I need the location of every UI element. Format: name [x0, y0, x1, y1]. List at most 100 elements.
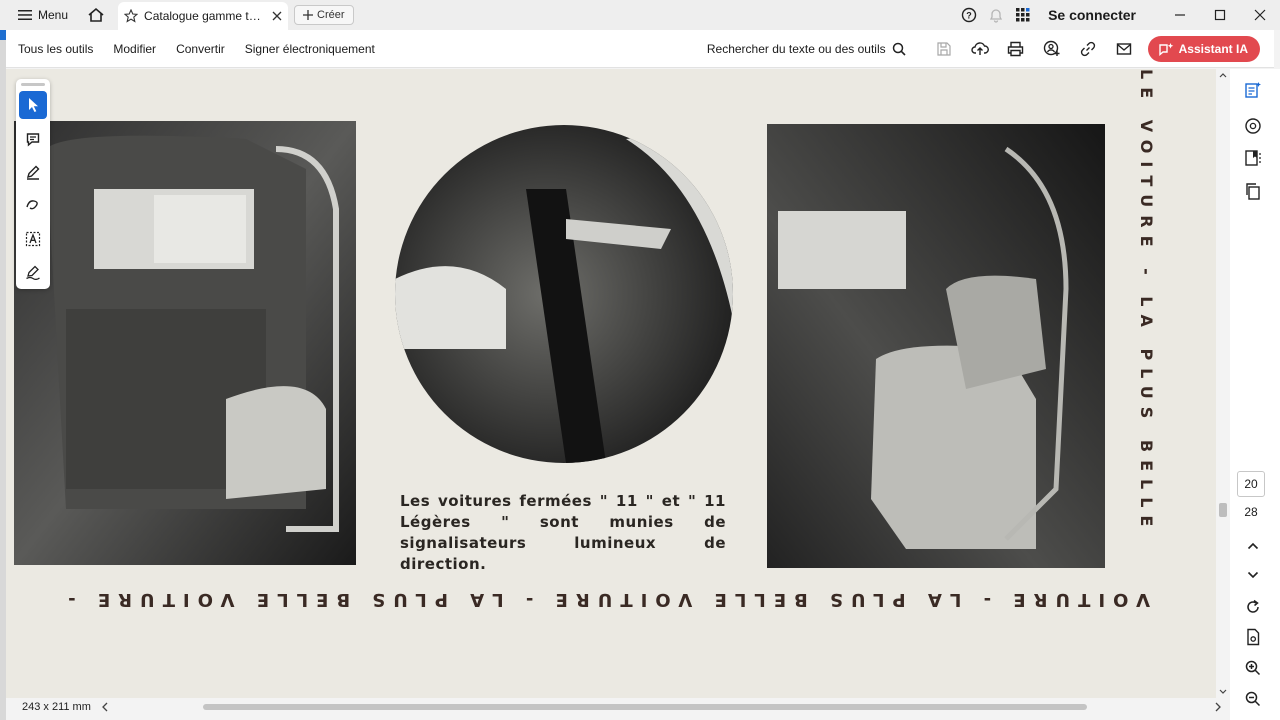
freehand-icon — [26, 200, 38, 210]
menu-label: Menu — [38, 8, 69, 22]
comments-panel-button[interactable] — [1242, 115, 1264, 137]
hamburger-icon — [18, 10, 32, 20]
help-button[interactable]: ? — [955, 0, 982, 30]
document-viewport[interactable]: Les voitures fermées " 11 " et " 11 Légè… — [6, 69, 1216, 698]
svg-text:?: ? — [966, 11, 972, 21]
minimize-button[interactable] — [1160, 0, 1200, 30]
cursor-icon — [29, 98, 38, 112]
highlight-tool-button[interactable] — [19, 158, 47, 186]
tab-title: Catalogue gamme tou... — [144, 9, 267, 23]
menu-convert[interactable]: Convertir — [166, 42, 235, 56]
ai-assistant-button[interactable]: Assistant IA — [1147, 35, 1260, 62]
chevron-up-icon — [1247, 542, 1259, 550]
zoom-in-icon — [1245, 660, 1261, 676]
vertical-scrollbar[interactable] — [1216, 69, 1230, 698]
document-tab[interactable]: Catalogue gamme tou... — [118, 2, 289, 30]
bell-icon — [989, 9, 1002, 23]
page-dimensions: 243 x 211 mm — [22, 701, 91, 713]
search-tools-button[interactable]: Rechercher du texte ou des outils — [707, 42, 926, 56]
status-bar: 243 x 211 mm — [6, 698, 1230, 716]
palette-grip[interactable] — [21, 83, 45, 86]
horizontal-scroll-thumb[interactable] — [203, 704, 1087, 710]
sign-pen-icon — [26, 265, 40, 280]
select-tool-button[interactable] — [19, 91, 47, 119]
text-box-icon — [25, 231, 41, 247]
zoom-in-button[interactable] — [1242, 657, 1264, 679]
search-tools-label: Rechercher du texte ou des outils — [706, 41, 886, 56]
next-page-button[interactable] — [1242, 564, 1264, 586]
close-window-button[interactable] — [1240, 0, 1280, 30]
apps-grid-icon — [1015, 8, 1030, 22]
link-button[interactable] — [1070, 30, 1106, 68]
upside-down-slogan: VOITURE - LA PLUS BELLE VOITURE - LA PLU… — [60, 589, 1150, 610]
close-tab-icon[interactable] — [272, 11, 282, 21]
link-icon — [1080, 41, 1095, 56]
total-pages: 28 — [1244, 505, 1258, 519]
draw-tool-button[interactable] — [19, 191, 47, 219]
previous-page-button[interactable] — [1242, 535, 1264, 557]
star-icon[interactable] — [124, 9, 139, 23]
save-icon — [937, 41, 951, 56]
comment-at-icon — [1245, 118, 1261, 134]
menu-all-tools[interactable]: Tous les outils — [6, 42, 103, 56]
pages-panel-button[interactable] — [1242, 180, 1264, 202]
scroll-up-icon[interactable] — [1219, 72, 1227, 78]
ai-sparkle-icon — [1158, 42, 1173, 56]
text-select-tool-button[interactable] — [19, 225, 47, 253]
ai-document-icon — [1245, 82, 1261, 98]
copy-pages-icon — [1246, 183, 1260, 200]
bookmark-icon — [1245, 150, 1261, 166]
mail-icon — [1116, 42, 1131, 55]
maximize-button[interactable] — [1200, 0, 1240, 30]
fill-sign-tool-button[interactable] — [19, 258, 47, 286]
share-user-icon — [1043, 40, 1060, 56]
search-icon — [892, 42, 906, 56]
help-icon: ? — [961, 7, 976, 23]
right-side-panel: 20 28 — [1230, 69, 1280, 720]
left-interior-photo — [14, 121, 356, 565]
plus-icon — [303, 10, 314, 20]
save-button[interactable] — [926, 30, 962, 68]
minimize-icon — [1175, 14, 1185, 16]
vertical-scroll-thumb[interactable] — [1219, 503, 1227, 517]
page-tools-button[interactable] — [1242, 626, 1264, 648]
email-button[interactable] — [1106, 30, 1142, 68]
home-icon — [88, 7, 104, 22]
scroll-left-icon[interactable] — [101, 702, 109, 712]
sign-in-button[interactable]: Se connecter — [1036, 7, 1160, 23]
page-caption: Les voitures fermées " 11 " et " 11 Légè… — [400, 492, 726, 573]
horizontal-scrollbar[interactable] — [117, 702, 1206, 712]
rotate-icon — [1247, 599, 1259, 613]
apps-button[interactable] — [1009, 0, 1036, 30]
tool-bar: Tous les outils Modifier Convertir Signe… — [6, 30, 1274, 68]
upload-button[interactable] — [962, 30, 998, 68]
zoom-out-button[interactable] — [1242, 688, 1264, 710]
scroll-right-icon[interactable] — [1214, 702, 1222, 712]
annotation-tool-palette — [16, 79, 50, 289]
title-bar: Menu Catalogue gamme tou... Créer ? Se c… — [0, 0, 1280, 30]
maximize-icon — [1214, 9, 1226, 21]
share-button[interactable] — [1034, 30, 1070, 68]
page-gear-icon — [1247, 628, 1260, 646]
bookmarks-panel-button[interactable] — [1242, 147, 1264, 169]
comment-icon — [26, 133, 40, 147]
menu-button[interactable]: Menu — [0, 0, 78, 30]
notifications-button[interactable] — [982, 0, 1009, 30]
create-label: Créer — [317, 9, 345, 21]
ai-summary-button[interactable] — [1242, 79, 1264, 101]
home-button[interactable] — [78, 0, 114, 30]
ai-assistant-label: Assistant IA — [1178, 41, 1248, 56]
pen-icon — [26, 165, 40, 180]
zoom-out-icon — [1245, 691, 1261, 707]
scroll-down-icon[interactable] — [1219, 689, 1227, 695]
current-page-input[interactable]: 20 — [1237, 471, 1265, 497]
close-icon — [1254, 9, 1266, 21]
printer-icon — [1007, 41, 1024, 56]
rotate-button[interactable] — [1242, 596, 1264, 618]
cloud-upload-icon — [971, 41, 989, 55]
comment-tool-button[interactable] — [19, 125, 47, 153]
menu-sign[interactable]: Signer électroniquement — [235, 42, 385, 56]
menu-edit[interactable]: Modifier — [103, 42, 166, 56]
print-button[interactable] — [998, 30, 1034, 68]
create-button[interactable]: Créer — [294, 5, 354, 25]
